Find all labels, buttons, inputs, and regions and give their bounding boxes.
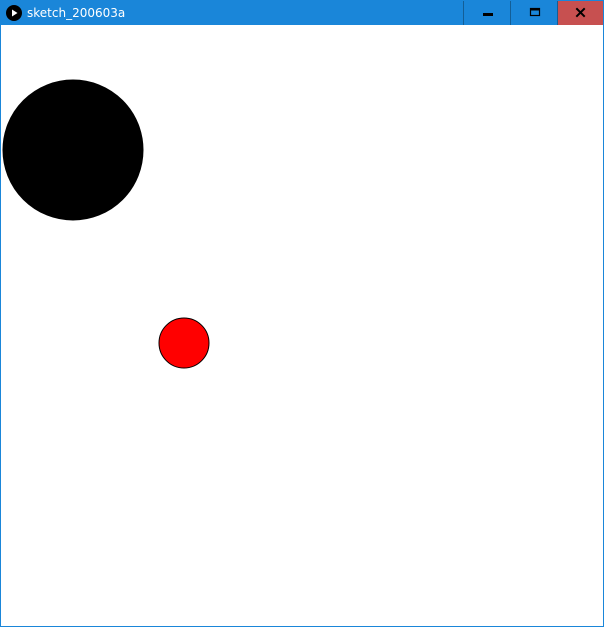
sketch-canvas[interactable] — [1, 25, 603, 626]
minimize-icon — [483, 13, 493, 16]
maximize-button[interactable] — [510, 1, 557, 25]
title-bar[interactable]: sketch_200603a — [1, 1, 603, 25]
close-icon — [575, 7, 586, 18]
minimize-button[interactable] — [463, 1, 510, 25]
black-circle — [2, 79, 144, 221]
window-title: sketch_200603a — [27, 6, 126, 20]
close-button[interactable] — [557, 1, 603, 25]
processing-play-icon[interactable] — [6, 5, 22, 21]
sketch-window: sketch_200603a — [0, 0, 604, 627]
red-circle — [158, 317, 210, 369]
